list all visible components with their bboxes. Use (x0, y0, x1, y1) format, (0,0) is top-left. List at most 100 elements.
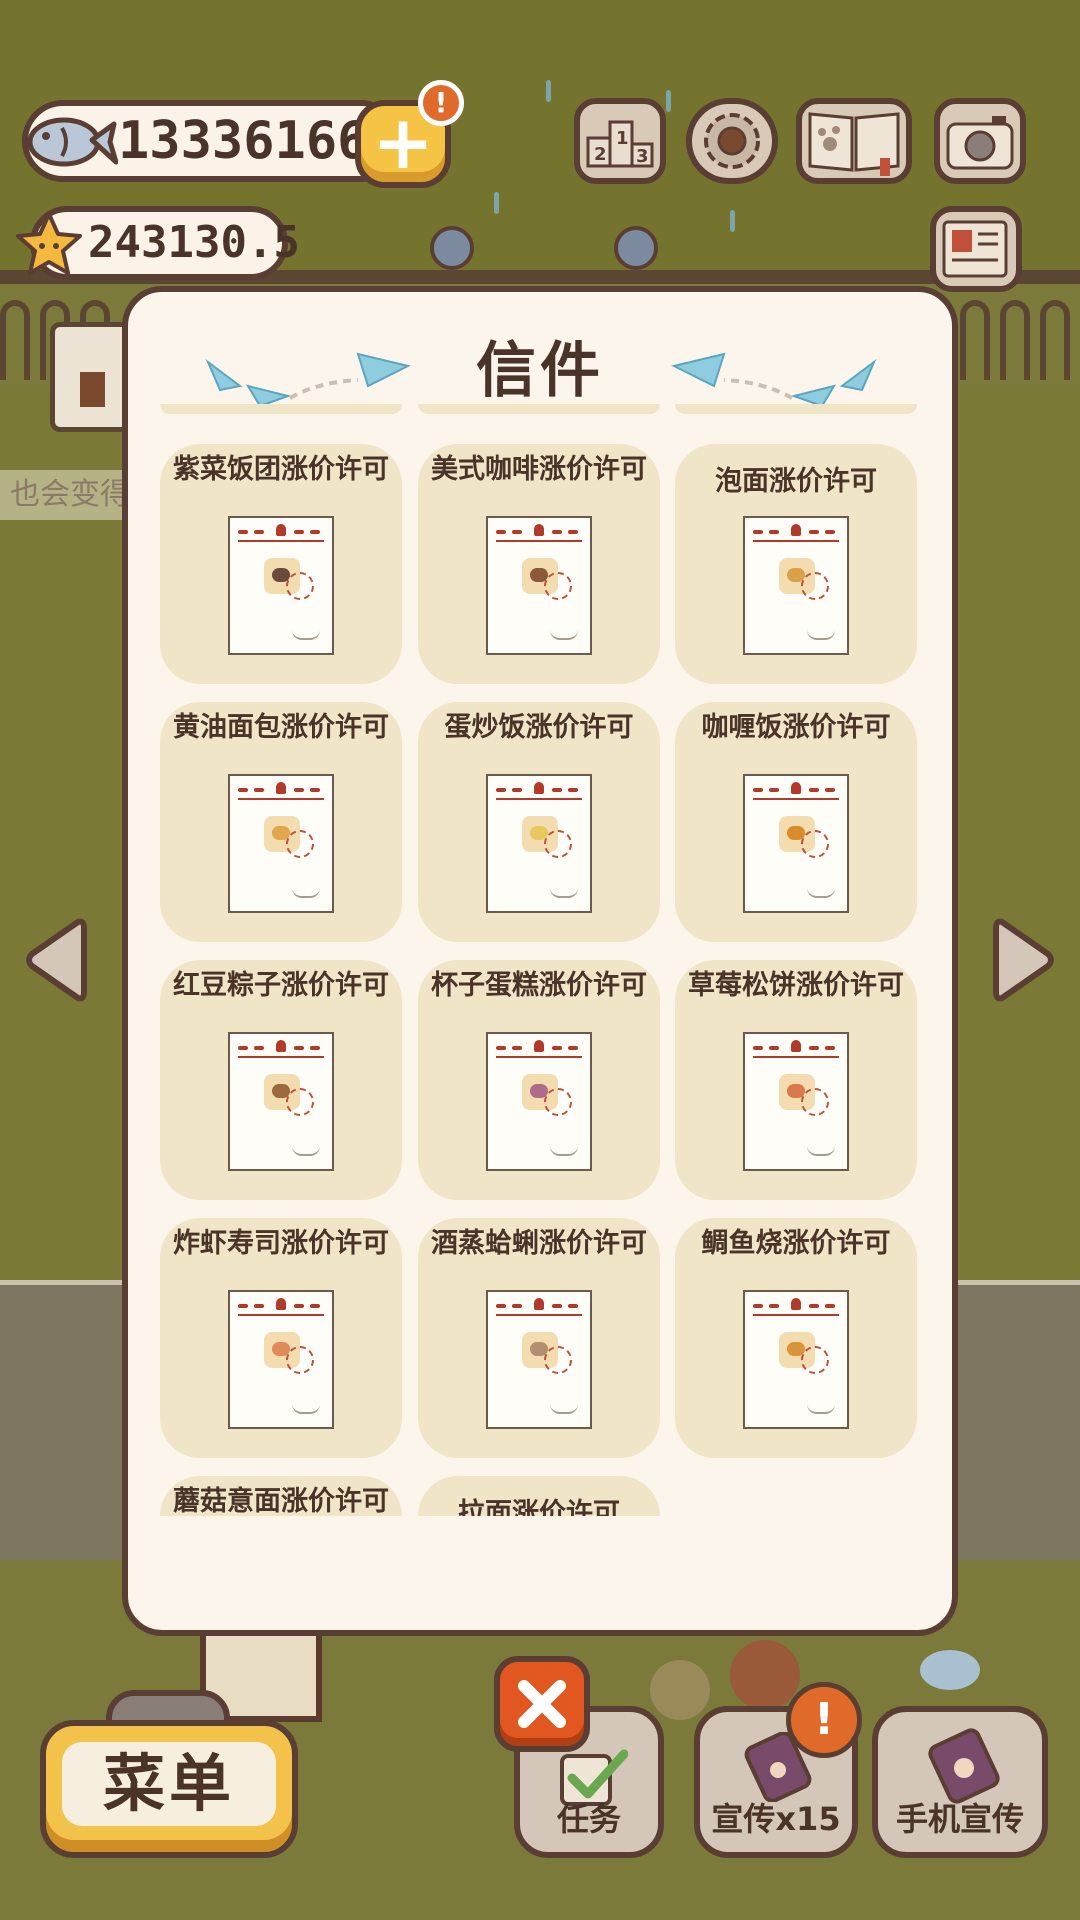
food-icon (272, 826, 290, 840)
next-arrow-button[interactable] (990, 912, 1060, 1008)
letters-modal: 信件 紫菜饭团涨价许可 美式咖啡涨价许可 泡面涨价许可 黄油面包涨价许可 蛋炒饭涨价许可… (122, 286, 958, 1636)
letter-title: 杯子蛋糕涨价许可 (431, 970, 647, 1001)
svg-text:2: 2 (594, 144, 607, 165)
tasks-label: 任务 (556, 1800, 621, 1838)
fish-alert-badge: ! (418, 80, 464, 126)
gear-icon (704, 113, 760, 169)
rain-drop (494, 192, 499, 214)
letter-card[interactable]: 咖喱饭涨价许可 (675, 702, 917, 942)
food-icon (272, 1342, 290, 1356)
letter-paper-icon (743, 516, 849, 655)
letter-card[interactable]: 杯子蛋糕涨价许可 (418, 960, 660, 1200)
letter-title: 鲷鱼烧涨价许可 (701, 1228, 891, 1259)
letter-card[interactable]: 炸虾寿司涨价许可 (160, 1218, 402, 1458)
letter-paper-icon (743, 774, 849, 913)
letter-card[interactable]: 酒蒸蛤蜊涨价许可 (418, 1218, 660, 1458)
promote-label: 宣传x15 (711, 1800, 841, 1838)
letter-card[interactable]: 蘑菇意面涨价许可 (160, 1476, 402, 1516)
letter-title: 黄油面包涨价许可 (173, 712, 389, 743)
food-icon (787, 1342, 805, 1356)
camera-button[interactable] (934, 98, 1026, 184)
letter-paper-icon (228, 1032, 334, 1171)
letter-paper-icon (228, 516, 334, 655)
cloud-decoration (920, 1650, 980, 1690)
letter-card[interactable]: 美式咖啡涨价许可 (418, 444, 660, 684)
letter-paper-icon (743, 1290, 849, 1429)
food-icon (787, 826, 805, 840)
letter-title: 酒蒸蛤蜊涨价许可 (431, 1228, 647, 1259)
flower-decoration (730, 1640, 800, 1710)
catalog-button[interactable] (796, 98, 912, 184)
menu-label: 菜单 (62, 1742, 276, 1826)
food-icon (530, 568, 548, 582)
rain-drop (546, 80, 551, 102)
letter-title: 咖喱饭涨价许可 (701, 712, 891, 743)
letter-title: 蛋炒饭涨价许可 (444, 712, 634, 743)
plant-decoration (650, 1660, 710, 1720)
rain-drop (666, 90, 671, 112)
customer-head (430, 226, 474, 270)
newspaper-button[interactable] (930, 206, 1022, 292)
ranking-icon: 2 1 3 (586, 120, 654, 168)
letters-grid: 紫菜饭团涨价许可 美式咖啡涨价许可 泡面涨价许可黄油面包涨价许可 蛋炒饭涨价许可 咖喱饭… (160, 404, 924, 1516)
letter-paper-icon (486, 774, 592, 913)
letter-title: 草莓松饼涨价许可 (688, 970, 904, 1001)
svg-text:1: 1 (616, 128, 629, 149)
star-count: 243130.5 (88, 217, 300, 268)
food-icon (272, 568, 290, 582)
letter-paper-icon (486, 1290, 592, 1429)
food-icon (787, 568, 805, 582)
scrolling-ticker: 也会变得 (0, 470, 140, 520)
paper-planes-right-icon (671, 352, 877, 408)
menu-button[interactable]: 菜单 (40, 1720, 298, 1858)
camera-icon (946, 116, 1014, 170)
letter-title: 拉面涨价许可 (458, 1498, 620, 1516)
food-icon (530, 1084, 548, 1098)
letter-paper-icon (486, 1032, 592, 1171)
phone-promote-label: 手机宣传 (895, 1800, 1024, 1838)
previous-arrow-button[interactable] (20, 912, 90, 1008)
close-icon (518, 1680, 566, 1728)
letter-card[interactable]: 红豆粽子涨价许可 (160, 960, 402, 1200)
letter-card[interactable]: 黄油面包涨价许可 (160, 702, 402, 942)
rain-drop (730, 210, 735, 232)
settings-button[interactable] (686, 98, 778, 184)
customer-head (614, 226, 658, 270)
previous-row-card (160, 404, 402, 414)
letter-title: 蘑菇意面涨价许可 (173, 1486, 389, 1516)
phone-paw-icon (928, 1728, 1000, 1804)
svg-text:3: 3 (636, 146, 649, 167)
newspaper-icon (942, 220, 1008, 278)
food-icon (530, 826, 548, 840)
star-icon (16, 212, 82, 275)
food-icon (787, 1084, 805, 1098)
letter-card[interactable]: 拉面涨价许可 (418, 1476, 660, 1516)
letter-paper-icon (228, 1290, 334, 1429)
food-icon (530, 1342, 548, 1356)
letter-paper-icon (743, 1032, 849, 1171)
paper-planes-left-icon (205, 352, 411, 408)
letter-title: 美式咖啡涨价许可 (431, 454, 647, 485)
letter-card[interactable]: 蛋炒饭涨价许可 (418, 702, 660, 942)
fish-icon (27, 117, 118, 167)
previous-row-card (675, 404, 917, 414)
letter-paper-icon (486, 516, 592, 655)
letter-card[interactable]: 鲷鱼烧涨价许可 (675, 1218, 917, 1458)
promote-alert-badge: ! (786, 1682, 862, 1758)
letter-card[interactable]: 紫菜饭团涨价许可 (160, 444, 402, 684)
letter-title: 紫菜饭团涨价许可 (173, 454, 389, 485)
letter-paper-icon (228, 774, 334, 913)
ranking-button[interactable]: 2 1 3 (574, 98, 666, 184)
paw-book-icon (808, 112, 900, 176)
game-screen: 也会变得 13336166 + ! 243130.5 2 1 3 信件 紫菜饭团… (0, 0, 1080, 1920)
food-icon (272, 1084, 290, 1098)
letter-card[interactable]: 草莓松饼涨价许可 (675, 960, 917, 1200)
phone-promote-button[interactable]: 手机宣传 (872, 1706, 1048, 1858)
letter-title: 泡面涨价许可 (715, 466, 877, 497)
previous-row-card (418, 404, 660, 414)
fish-count: 13336166 (118, 111, 369, 171)
letter-title: 炸虾寿司涨价许可 (173, 1228, 389, 1259)
close-modal-button[interactable] (494, 1656, 590, 1752)
letter-card[interactable]: 泡面涨价许可 (675, 444, 917, 684)
letter-title: 红豆粽子涨价许可 (173, 970, 389, 1001)
